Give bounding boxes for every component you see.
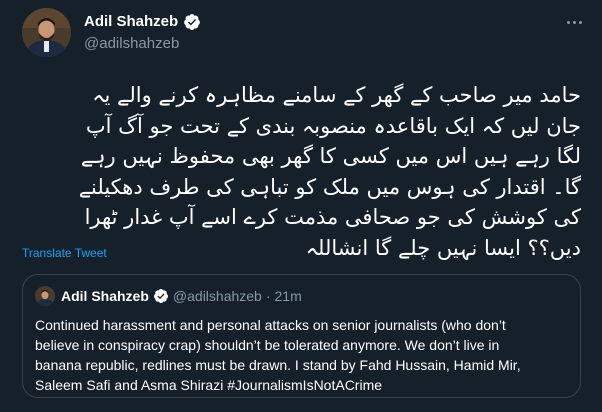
quoted-author-name: Adil Shahzeb — [61, 288, 149, 304]
tweet-text-line: جان لیں کہ ایک باقاعدہ منصوبہ بندی کے تح… — [85, 113, 581, 138]
profile-photo-icon — [22, 8, 71, 57]
quoted-text-line: banana republic, redlines must be drawn.… — [35, 357, 521, 373]
verified-badge-icon — [183, 13, 201, 31]
more-dot-icon — [578, 20, 582, 24]
author-handle[interactable]: @adilshahzeb — [84, 34, 201, 54]
separator-dot: · — [265, 288, 271, 304]
quoted-tweet-time[interactable]: 21m — [275, 287, 302, 305]
more-options-button[interactable] — [562, 12, 586, 32]
quoted-text-line: believe in conspiracy crap) shouldn’t be… — [35, 337, 500, 353]
author-avatar[interactable] — [22, 8, 71, 57]
quoted-text-line: Saleem Safi and Asma Shirazi #Journalism… — [35, 377, 383, 393]
tweet-text-line: گا۔ اقتدار کی ہوس میں ملک کو تباہی کی طر… — [78, 174, 581, 199]
translate-tweet-link[interactable]: Translate Tweet — [22, 246, 107, 260]
quoted-tweet-header: Adil Shahzeb @adilshahzeb · 21m — [61, 287, 302, 305]
tweet-text-line: لگا رہے ہیں اس میں کسی کا گھر بھی محفوظ … — [80, 144, 581, 168]
quoted-author-avatar — [35, 286, 55, 306]
quoted-tweet-text: Continued harassment and personal attack… — [35, 315, 565, 395]
quoted-text-line: Continued harassment and personal attack… — [35, 317, 506, 333]
tweet-header: Adil Shahzeb @adilshahzeb — [84, 12, 201, 54]
more-dot-icon — [572, 20, 576, 24]
verified-badge-icon — [153, 288, 169, 304]
name-row: Adil Shahzeb — [84, 12, 201, 32]
tweet-text-line: کی کوشش کی جو صحافی مذمت کرے اسے آپ غدار… — [84, 205, 581, 229]
author-display-name[interactable]: Adil Shahzeb — [84, 12, 178, 32]
profile-photo-icon — [35, 286, 55, 306]
tweet-text-line: حامد میر صاحب کے گھر کے سامنے مظاہرہ کرن… — [92, 83, 581, 107]
quoted-tweet[interactable]: Adil Shahzeb @adilshahzeb · 21m Continue… — [22, 274, 581, 398]
tweet-text: حامد میر صاحب کے گھر کے سامنے مظاہرہ کرن… — [22, 80, 581, 263]
more-dot-icon — [566, 20, 570, 24]
quoted-author-handle: @adilshahzeb — [172, 288, 262, 304]
tweet-card: Adil Shahzeb @adilshahzeb حامد میر صاحب … — [0, 0, 602, 412]
